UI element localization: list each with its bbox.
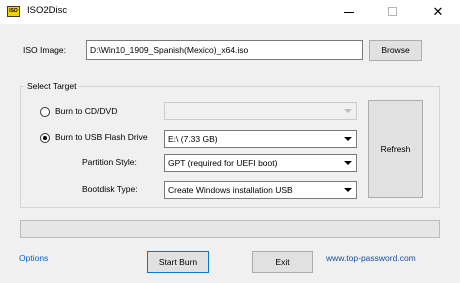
minimize-icon <box>344 12 354 13</box>
usb-drive-value: E:\ (7.33 GB) <box>168 134 218 144</box>
chevron-down-icon <box>341 183 355 197</box>
select-target-label: Select Target <box>25 81 79 91</box>
browse-button[interactable]: Browse <box>369 40 422 61</box>
burn-progress-bar <box>20 220 440 238</box>
usb-drive-select[interactable]: E:\ (7.33 GB) <box>164 130 357 148</box>
exit-button[interactable]: Exit <box>252 251 313 273</box>
iso-path-input[interactable]: D:\Win10_1909_Spanish(Mexico)_x64.iso <box>86 40 363 60</box>
website-link[interactable]: www.top-password.com <box>326 253 416 263</box>
close-button[interactable]: ✕ <box>421 0 455 24</box>
minimize-button[interactable] <box>331 0 365 24</box>
radio-selected-dot <box>43 136 47 140</box>
iso-image-label: ISO Image: <box>23 45 66 55</box>
chevron-down-icon <box>341 156 355 170</box>
refresh-button[interactable]: Refresh <box>368 100 423 198</box>
burn-usb-radio[interactable] <box>40 133 50 143</box>
burn-usb-label: Burn to USB Flash Drive <box>55 132 148 142</box>
burn-cd-dvd-label: Burn to CD/DVD <box>55 106 118 116</box>
bootdisk-type-label: Bootdisk Type: <box>82 184 138 194</box>
maximize-button[interactable] <box>376 0 410 24</box>
chevron-down-icon <box>341 132 355 146</box>
chevron-down-icon <box>341 104 355 118</box>
app-icon: ISO <box>7 6 20 17</box>
cd-dvd-drive-select <box>164 102 357 120</box>
partition-style-value: GPT (required for UEFI boot) <box>168 158 278 168</box>
partition-style-label: Partition Style: <box>82 157 137 167</box>
partition-style-select[interactable]: GPT (required for UEFI boot) <box>164 154 357 172</box>
burn-cd-dvd-radio[interactable] <box>40 107 50 117</box>
window-title: ISO2Disc <box>27 5 68 16</box>
maximize-icon <box>388 7 397 16</box>
close-icon: ✕ <box>432 4 444 19</box>
bootdisk-type-select[interactable]: Create Windows installation USB <box>164 181 357 199</box>
options-link[interactable]: Options <box>19 253 48 263</box>
title-bar: ISO ISO2Disc ✕ <box>0 0 460 24</box>
bootdisk-type-value: Create Windows installation USB <box>168 185 293 195</box>
start-burn-button[interactable]: Start Burn <box>147 251 209 273</box>
